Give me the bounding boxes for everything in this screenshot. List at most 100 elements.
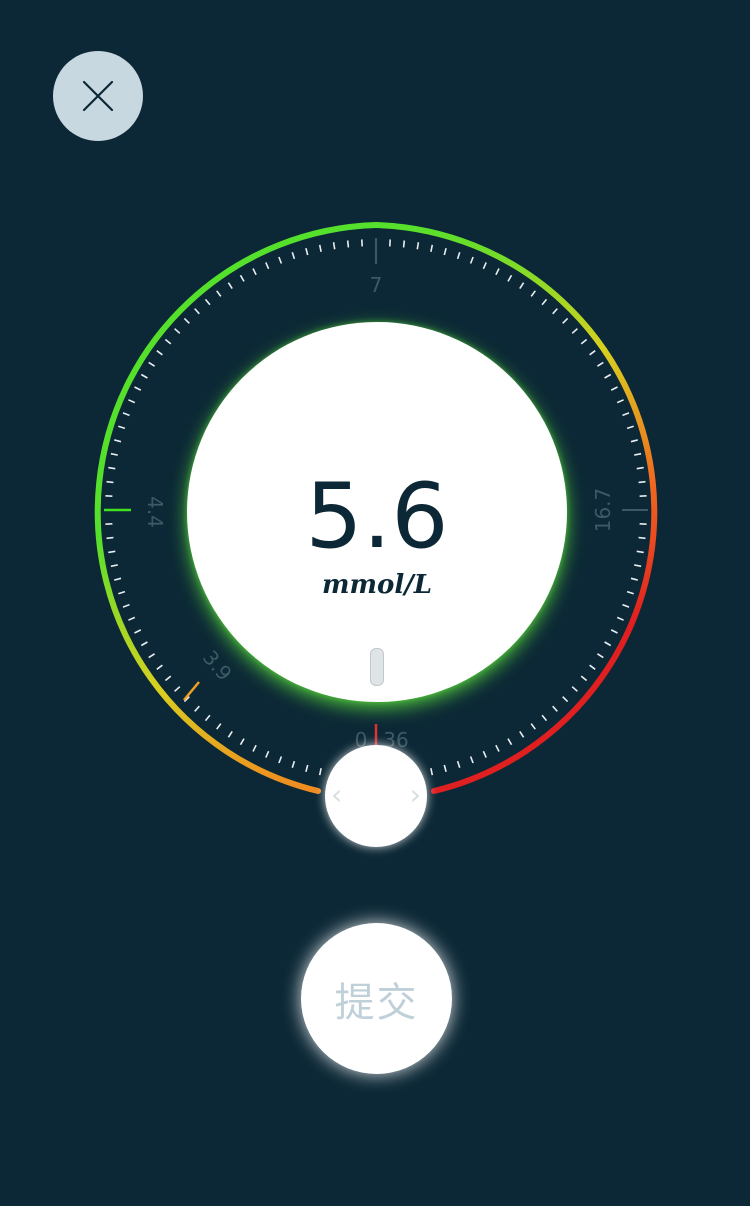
- dial-tick: [519, 730, 525, 738]
- dial-tick: [291, 252, 296, 260]
- dial-tick: [626, 590, 634, 595]
- dial-tick: [265, 750, 270, 758]
- dial-tick: [616, 616, 624, 621]
- dial-tick: [252, 268, 257, 276]
- dial-tick: [332, 242, 336, 250]
- dial-tick: [636, 466, 644, 470]
- dial-tick: [239, 274, 245, 282]
- glucose-value: 5.6: [305, 464, 449, 569]
- dial-tick: [589, 350, 596, 356]
- dial-tick: [134, 629, 142, 634]
- dial-tick: [174, 328, 181, 334]
- dial-tick: [204, 714, 211, 722]
- dial-tick: [227, 730, 233, 738]
- dial-tick: [604, 641, 612, 647]
- dial-tick: [456, 760, 461, 768]
- lower-left-marker: [183, 681, 200, 701]
- dial-tick: [204, 298, 211, 306]
- dial-tick: [622, 603, 630, 608]
- dial-tick: [416, 242, 420, 250]
- dial-tick: [634, 564, 642, 568]
- dial-tick: [118, 425, 126, 430]
- dial-tick: [318, 768, 322, 776]
- dial-tick: [596, 361, 604, 367]
- dial-tick: [194, 705, 200, 712]
- dial-tick: [443, 247, 447, 256]
- dial-tick: [636, 550, 644, 554]
- dial-tick: [589, 664, 596, 670]
- dial-tick: [541, 714, 548, 722]
- dial-tick: [443, 764, 447, 773]
- submit-button[interactable]: 提交: [301, 923, 452, 1074]
- dial-tick: [108, 466, 116, 470]
- dial-tick: [278, 756, 283, 764]
- glucose-unit: mmol/L: [321, 570, 433, 600]
- dial-tick: [456, 252, 461, 260]
- dial-tick: [128, 399, 136, 404]
- dial-tick: [134, 386, 142, 391]
- dial-tick: [216, 290, 222, 297]
- dial-tick: [430, 768, 434, 776]
- glucose-entry-screen: 7 4.4 16.7 3.9 0 36 5.6 mmol/L ‹ › 提交: [0, 0, 750, 1206]
- dial-tick: [469, 256, 474, 264]
- dial-tick: [156, 350, 163, 356]
- dial-tick: [216, 723, 222, 730]
- dial-tick: [140, 641, 148, 647]
- dial-tick: [507, 274, 513, 282]
- dial-tick: [106, 536, 114, 540]
- dial-tick: [305, 764, 309, 773]
- value-display: 5.6 mmol/L: [187, 322, 567, 702]
- dial-tick: [604, 373, 612, 379]
- dial-tick: [610, 386, 618, 391]
- dial-tick: [174, 686, 181, 692]
- dial-tick: [552, 308, 558, 315]
- dial-tick: [164, 338, 172, 345]
- dial-tick: [148, 653, 156, 659]
- dial-tick: [571, 328, 578, 334]
- dial-tick: [571, 686, 578, 692]
- dial-tick: [630, 439, 639, 443]
- dial-tick: [482, 750, 487, 758]
- dial-tick: [110, 452, 118, 456]
- dial-tick: [194, 308, 200, 315]
- dial-tick: [630, 577, 639, 581]
- dial-tick: [616, 399, 624, 404]
- dial-tick: [541, 298, 548, 306]
- dial-tick: [552, 705, 558, 712]
- dial-tick: [305, 247, 309, 256]
- dial-tick: [469, 756, 474, 764]
- dial-tick: [530, 290, 536, 297]
- dial-tick: [140, 373, 148, 379]
- dial-tick: [430, 244, 434, 252]
- chevron-right-icon: ›: [409, 778, 421, 811]
- scale-label-right: 16.7: [591, 488, 615, 533]
- scale-label-left: 4.4: [143, 496, 167, 528]
- dial-tick: [580, 338, 588, 345]
- dial-tick: [183, 317, 190, 324]
- dial-tick: [156, 664, 163, 670]
- dial-tick: [562, 317, 569, 324]
- dial-tick: [113, 577, 122, 581]
- dial-tick: [495, 744, 500, 752]
- dial-tick: [128, 616, 136, 621]
- dial-tick: [227, 282, 233, 290]
- dial-tick: [113, 439, 122, 443]
- submit-button-label: 提交: [334, 979, 419, 1026]
- dial-tick: [507, 738, 513, 746]
- dial-tick: [562, 696, 569, 703]
- dial-tick: [106, 480, 114, 484]
- dial-knob[interactable]: ‹ ›: [325, 745, 427, 847]
- dial-tick: [580, 675, 588, 682]
- dial-tick: [122, 603, 130, 608]
- dial-tick: [634, 452, 642, 456]
- dial-tick: [318, 244, 322, 252]
- dial-tick: [118, 590, 126, 595]
- dial-tick: [278, 256, 283, 264]
- dial-tick: [495, 268, 500, 276]
- dial-tick: [291, 760, 296, 768]
- grip-handle: [370, 648, 384, 686]
- dial-tick: [638, 480, 646, 484]
- dial-tick: [626, 425, 634, 430]
- dial-tick: [482, 262, 487, 270]
- dial-tick: [622, 412, 630, 417]
